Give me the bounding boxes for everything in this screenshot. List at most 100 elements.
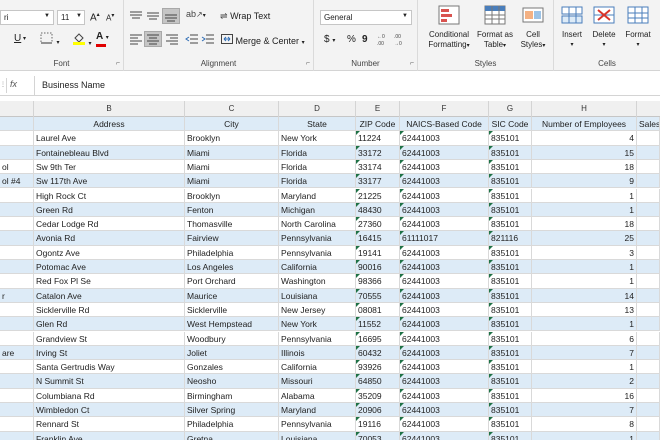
cell-city[interactable]: Los Angeles — [185, 260, 279, 275]
cell-address[interactable]: Avonia Rd — [34, 231, 185, 246]
cell-city[interactable]: Neosho — [185, 374, 279, 389]
cell-sic-code[interactable]: 835101 — [489, 245, 532, 260]
cell-employees[interactable]: 1 — [532, 431, 637, 440]
chevron-down-icon[interactable]: ▾ — [106, 35, 109, 41]
formula-input[interactable]: Business Name — [34, 76, 660, 95]
cell-employees[interactable]: 2 — [532, 374, 637, 389]
cell-business-name[interactable] — [0, 145, 34, 160]
cell-zip-code[interactable]: 60432 — [356, 345, 400, 361]
cell-employees[interactable]: 9 — [532, 174, 637, 189]
cell-business-name[interactable] — [0, 202, 34, 218]
cell-city[interactable]: Brooklyn — [185, 131, 279, 146]
cell-sic-code[interactable]: 835101 — [489, 260, 532, 275]
cell-naics-code[interactable]: 62441003 — [400, 331, 489, 346]
header-cell-city[interactable]: City — [185, 117, 279, 132]
cell-state[interactable]: New York — [279, 131, 356, 146]
cell-state[interactable]: Illinois — [279, 345, 356, 361]
cell-zip-code[interactable]: 33177 — [356, 174, 400, 189]
cell-address[interactable]: Green Rd — [34, 202, 185, 218]
cell-state[interactable]: Maryland — [279, 403, 356, 418]
cell-sic-code[interactable]: 835101 — [489, 345, 532, 361]
cell-employees[interactable]: 18 — [532, 159, 637, 175]
cell-zip-code[interactable]: 70555 — [356, 288, 400, 303]
cell-state[interactable]: Louisiana — [279, 431, 356, 440]
cell-naics-code[interactable]: 62441003 — [400, 145, 489, 160]
cell-sales[interactable] — [637, 331, 660, 346]
header-cell-employees[interactable]: Number of Employees — [532, 117, 637, 132]
cell-city[interactable]: Miami — [185, 174, 279, 189]
align-left-button[interactable] — [129, 33, 143, 47]
column-header-d[interactable]: D — [279, 101, 356, 117]
cell-naics-code[interactable]: 62441003 — [400, 302, 489, 318]
cell-address[interactable]: Columbiana Rd — [34, 388, 185, 403]
cell-employees[interactable]: 14 — [532, 288, 637, 303]
cell-address[interactable]: Rennard St — [34, 417, 185, 432]
increase-indent-button[interactable] — [201, 33, 215, 47]
cell-sales[interactable] — [637, 403, 660, 418]
chevron-down-icon[interactable]: ▾ — [89, 41, 92, 47]
cell-sales[interactable] — [637, 217, 660, 232]
cell-business-name[interactable] — [0, 431, 34, 440]
chevron-down-icon[interactable]: ▼ — [76, 13, 82, 19]
header-cell-address[interactable]: Address — [34, 117, 185, 132]
cell-employees[interactable]: 1 — [532, 274, 637, 289]
cell-sic-code[interactable]: 835101 — [489, 202, 532, 218]
cell-city[interactable]: Fenton — [185, 202, 279, 218]
shrink-font-button[interactable]: A▾ — [106, 12, 114, 23]
cell-employees[interactable]: 4 — [532, 131, 637, 146]
cell-city[interactable]: Philadelphia — [185, 245, 279, 260]
cell-sic-code[interactable]: 835101 — [489, 388, 532, 403]
wrap-text-button[interactable]: ⇌ Wrap Text — [220, 11, 270, 22]
cell-state[interactable]: New Jersey — [279, 302, 356, 318]
chevron-down-icon[interactable]: ▾ — [467, 43, 470, 49]
cell-naics-code[interactable]: 62441003 — [400, 217, 489, 232]
cell-state[interactable]: California — [279, 360, 356, 375]
cell-employees[interactable]: 15 — [532, 145, 637, 160]
cell-zip-code[interactable]: 64850 — [356, 374, 400, 389]
cell-naics-code[interactable]: 62441003 — [400, 288, 489, 303]
merge-center-button[interactable]: Merge & Center ▾ — [221, 34, 305, 46]
orientation-button[interactable]: ab↗▾ — [186, 9, 206, 19]
cell-sic-code[interactable]: 835101 — [489, 374, 532, 389]
cell-sic-code[interactable]: 835101 — [489, 145, 532, 160]
cell-employees[interactable]: 1 — [532, 360, 637, 375]
cell-state[interactable]: Alabama — [279, 388, 356, 403]
cell-address[interactable]: Red Fox Pl Se — [34, 274, 185, 289]
cell-sales[interactable] — [637, 174, 660, 189]
cell-employees[interactable]: 25 — [532, 231, 637, 246]
cell-employees[interactable]: 13 — [532, 302, 637, 318]
cell-employees[interactable]: 1 — [532, 188, 637, 203]
chevron-down-icon[interactable]: ▾ — [620, 40, 656, 50]
cell-employees[interactable]: 18 — [532, 217, 637, 232]
cell-sales[interactable] — [637, 431, 660, 440]
number-launcher-icon[interactable]: ⌐ — [410, 60, 414, 67]
cell-city[interactable]: Thomasville — [185, 217, 279, 232]
cell-address[interactable]: Laurel Ave — [34, 131, 185, 146]
cell-sic-code[interactable]: 835101 — [489, 417, 532, 432]
cell-zip-code[interactable]: 08081 — [356, 302, 400, 318]
cell-sales[interactable] — [637, 274, 660, 289]
cell-sic-code[interactable]: 835101 — [489, 188, 532, 203]
cell-state[interactable]: Pennsylvania — [279, 331, 356, 346]
cell-sales[interactable] — [637, 188, 660, 203]
cell-address[interactable]: Santa Gertrudis Way — [34, 360, 185, 375]
column-header-f[interactable]: F — [400, 101, 489, 117]
cell-city[interactable]: Woodbury — [185, 331, 279, 346]
number-format-box[interactable]: General ▼ — [320, 10, 412, 25]
currency-button[interactable]: $ ▾ — [324, 34, 335, 45]
cell-sales[interactable] — [637, 417, 660, 432]
align-center-button[interactable] — [144, 31, 162, 47]
cell-state[interactable]: Pennsylvania — [279, 231, 356, 246]
cell-zip-code[interactable]: 33172 — [356, 145, 400, 160]
column-header-h[interactable]: H — [532, 101, 637, 117]
cell-state[interactable]: Maryland — [279, 188, 356, 203]
cell-address[interactable]: High Rock Ct — [34, 188, 185, 203]
cell-sales[interactable] — [637, 288, 660, 303]
cell-employees[interactable]: 6 — [532, 331, 637, 346]
cell-naics-code[interactable]: 62441003 — [400, 417, 489, 432]
cell-sic-code[interactable]: 835101 — [489, 431, 532, 440]
cell-naics-code[interactable]: 62441003 — [400, 188, 489, 203]
cell-city[interactable]: Port Orchard — [185, 274, 279, 289]
header-cell-sales[interactable]: Sales — [637, 117, 660, 132]
cell-zip-code[interactable]: 21225 — [356, 188, 400, 203]
